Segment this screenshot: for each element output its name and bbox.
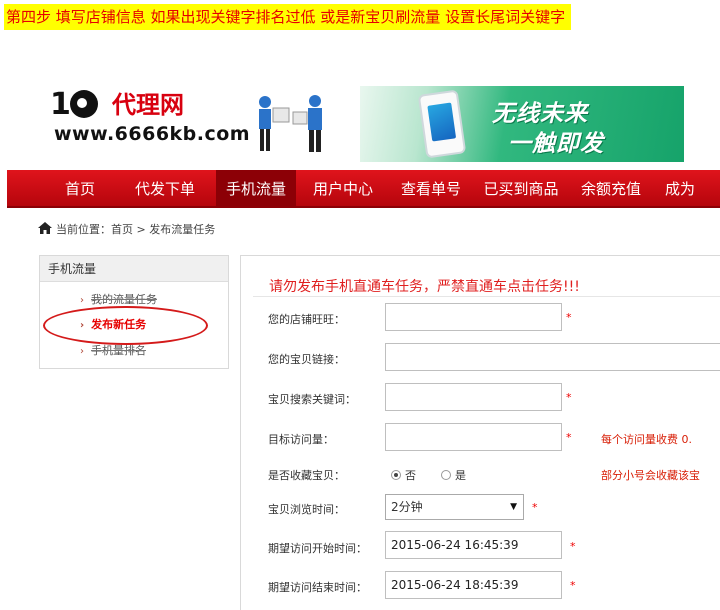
logo-circle-icon	[69, 90, 98, 118]
promo-banner[interactable]: 无线未来 一触即发	[360, 86, 684, 162]
visits-fee-hint: 每个访问量收费 0.	[601, 433, 692, 446]
start-time-label: 期望访问开始时间：	[268, 542, 367, 555]
keyword-label: 宝贝搜索关键词：	[268, 393, 356, 406]
main-nav: 首页 代发下单 手机流量 用户中心 查看单号 已买到商品 余额充值 成为	[7, 170, 720, 208]
logo-url: www.6666kb.com	[54, 123, 251, 145]
shop-wangwang-input[interactable]	[385, 303, 562, 331]
radio-empty-icon	[441, 470, 451, 480]
phone-icon	[417, 89, 467, 159]
radio-selected-icon	[391, 470, 401, 480]
required-mark: *	[566, 311, 572, 324]
nav-item-recharge[interactable]: 余额充值	[571, 170, 651, 206]
required-mark: *	[570, 540, 576, 553]
breadcrumb: 当前位置：首页 > 发布流量任务	[38, 222, 215, 238]
required-mark: *	[566, 391, 572, 404]
logo-mark: 1	[50, 88, 98, 122]
keyword-input[interactable]	[385, 383, 562, 411]
dropdown-arrow-icon: ▼	[510, 502, 517, 512]
nav-item-become[interactable]: 成为	[659, 170, 719, 206]
home-icon	[38, 222, 52, 234]
browse-time-select[interactable]: 2分钟 ▼	[385, 494, 524, 520]
sidebar-title: 手机流量	[40, 256, 228, 282]
favorite-no-radio[interactable]: 否	[391, 467, 416, 483]
favorite-label: 是否收藏宝贝：	[268, 469, 345, 482]
end-time-input[interactable]: 2015-06-24 18:45:39	[385, 571, 562, 599]
nav-item-user-center[interactable]: 用户中心	[303, 170, 383, 206]
required-mark: *	[570, 579, 576, 592]
breadcrumb-current: 发布流量任务	[149, 223, 216, 236]
highlight-circle	[43, 306, 208, 345]
item-link-input[interactable]	[385, 343, 720, 371]
required-mark: *	[566, 431, 572, 444]
sidebar-item-ranking[interactable]: › 手机量排名	[80, 344, 146, 359]
start-time-input[interactable]: 2015-06-24 16:45:39	[385, 531, 562, 559]
required-mark: *	[532, 501, 538, 514]
browse-time-label: 宝贝浏览时间：	[268, 503, 345, 516]
favorite-hint: 部分小号会收藏该宝	[601, 469, 700, 482]
banner-dots[interactable]	[512, 153, 530, 162]
site-logo[interactable]: 1 代理网 www.6666kb.com	[50, 88, 250, 148]
chevron-right-icon: ›	[80, 346, 84, 357]
instruction-banner: 第四步 填写店铺信息 如果出现关键字排名过低 或是新宝贝刷流量 设置长尾词关键字	[4, 4, 572, 30]
warning-text: 请勿发布手机直通车任务，严禁直通车点击任务!!!	[269, 279, 580, 295]
nav-item-home[interactable]: 首页	[45, 170, 115, 206]
breadcrumb-home[interactable]: 首页	[111, 223, 133, 236]
nav-item-purchased[interactable]: 已买到商品	[477, 170, 565, 206]
logo-name: 代理网	[112, 91, 184, 119]
banner-line-1: 无线未来	[492, 101, 588, 127]
end-time-label: 期望访问结束时间：	[268, 581, 367, 594]
chevron-right-icon: ›	[80, 295, 84, 306]
visits-label: 目标访问量：	[268, 433, 334, 446]
favorite-yes-radio[interactable]: 是	[441, 467, 466, 483]
nav-item-order[interactable]: 代发下单	[125, 170, 205, 206]
visits-input[interactable]	[385, 423, 562, 451]
nav-item-tracking[interactable]: 查看单号	[391, 170, 471, 206]
shop-label: 您的店铺旺旺：	[268, 313, 345, 326]
nav-item-mobile-traffic[interactable]: 手机流量	[216, 170, 296, 206]
link-label: 您的宝贝链接：	[268, 353, 345, 366]
delivery-workers-icon	[259, 95, 322, 152]
